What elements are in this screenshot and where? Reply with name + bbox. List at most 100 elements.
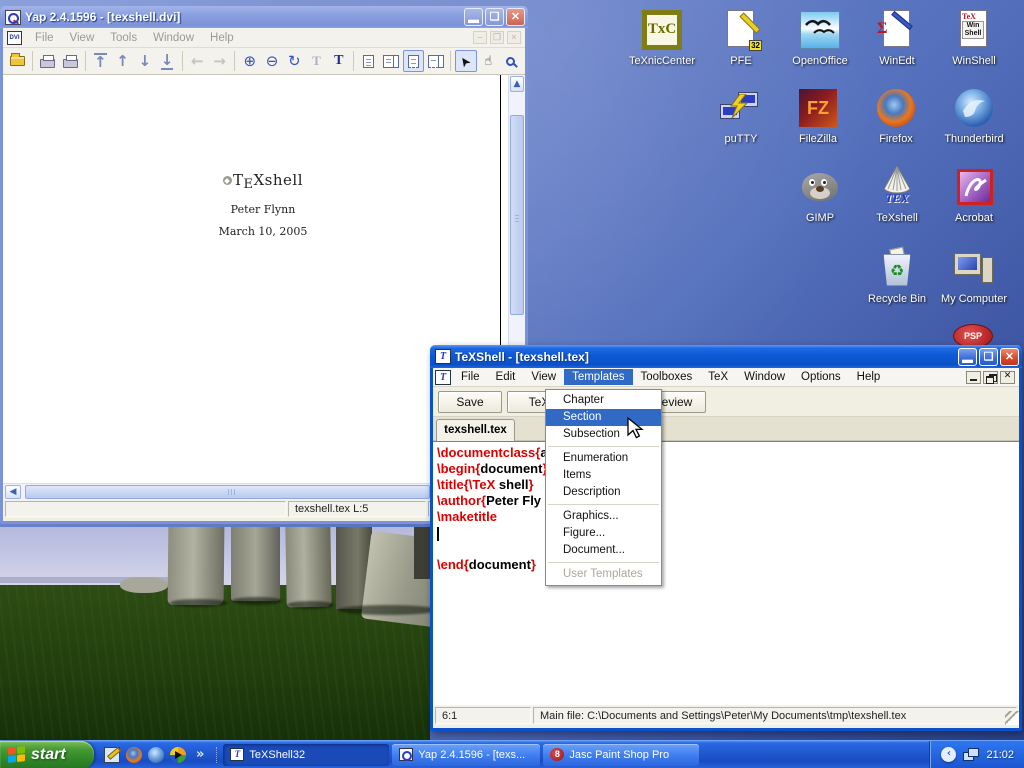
yap-menu-help[interactable]: Help [202, 32, 242, 44]
menu-item-document[interactable]: Document... [546, 542, 661, 559]
yap-menu-file[interactable]: File [27, 32, 62, 44]
taskbar-button-paint-shop-pro[interactable]: 8 Jasc Paint Shop Pro [543, 744, 699, 766]
start-button[interactable]: start [0, 741, 94, 768]
menu-item-chapter[interactable]: Chapter [546, 392, 661, 409]
next-page-icon[interactable]: ↓ [134, 50, 155, 72]
continuous-double-view-icon[interactable] [425, 50, 446, 72]
desktop-icon-thunderbird[interactable]: Thunderbird [935, 86, 1013, 145]
zoom-out-icon[interactable]: ⊖ [261, 50, 282, 72]
tab-texshell-tex[interactable]: texshell.tex [436, 419, 515, 441]
print-icon[interactable] [37, 50, 58, 72]
select-tool-icon[interactable]: ➤ [455, 50, 476, 72]
yap-minimize-button[interactable]: ▬ [464, 8, 483, 26]
menu-item-enumeration[interactable]: Enumeration [546, 450, 661, 467]
taskbar-button-texshell32[interactable]: T TeXShell32 [223, 744, 389, 766]
desktop-icon-texshell[interactable]: TEX TeXshell [858, 165, 936, 224]
recycle-bin-icon: ♻ [874, 246, 920, 290]
menu-file[interactable]: File [453, 369, 488, 385]
desktop-icon-filezilla[interactable]: FZ FileZilla [779, 86, 857, 145]
text-render-mode-icon[interactable]: T [328, 50, 349, 72]
previous-page-icon[interactable]: ↑ [112, 50, 133, 72]
desktop-icon-pfe[interactable]: 32 PFE [702, 8, 780, 67]
desktop-icon-winshell[interactable]: TeXWin Shell WinShell [935, 8, 1013, 67]
magnifier-tool-icon[interactable] [500, 50, 521, 72]
text-outline-mode-icon[interactable]: T [306, 50, 327, 72]
menu-edit[interactable]: Edit [488, 369, 524, 385]
last-page-icon[interactable]: ↓ [156, 50, 177, 72]
texshell-close-button[interactable]: ✕ [1000, 348, 1019, 366]
network-tray-icon[interactable] [963, 748, 979, 761]
vscroll-thumb[interactable] [510, 115, 524, 315]
mdi-restore-button[interactable] [983, 371, 998, 384]
continuous-view-icon[interactable] [403, 50, 424, 72]
icon-label: puTTY [702, 133, 780, 145]
print-setup-icon[interactable] [59, 50, 80, 72]
texshell-menubar: T File Edit View Templates Toolboxes TeX… [433, 368, 1019, 387]
editor-line [437, 541, 1019, 557]
icon-label: TeXshell [858, 212, 936, 224]
tray-clock: 21:02 [986, 749, 1014, 761]
hscroll-thumb[interactable] [25, 485, 430, 499]
editor[interactable]: \documentclass{a\begin{document}\title{\… [433, 441, 1019, 705]
taskbar-button-yap[interactable]: Yap 2.4.1596 - [texs... [392, 744, 540, 766]
mdi-minimize-button[interactable] [966, 371, 981, 384]
texshell-titlebar[interactable]: T TeXShell - [texshell.tex] ▬ ❑ ✕ [430, 345, 1022, 368]
yap-titlebar[interactable]: Yap 2.4.1596 - [texshell.dvi] ▬ ❑ ✕ [0, 6, 528, 28]
yap-close-button[interactable]: ✕ [506, 8, 525, 26]
firefox-quicklaunch-icon[interactable] [126, 747, 142, 763]
menu-toolboxes[interactable]: Toolboxes [633, 369, 701, 385]
toolbar-separator [85, 51, 86, 71]
single-page-view-icon[interactable] [358, 50, 379, 72]
desktop-icon-winedt[interactable]: Σ WinEdt [858, 8, 936, 67]
back-icon[interactable]: ← [187, 50, 208, 72]
scroll-left-arrow[interactable]: ◀ [5, 485, 21, 499]
double-page-view-icon[interactable] [381, 50, 402, 72]
yap-menu-tools[interactable]: Tools [102, 32, 145, 44]
icon-label: Acrobat [935, 212, 1013, 224]
media-player-quicklaunch-icon[interactable] [170, 747, 186, 763]
dvi-author: Peter Flynn [153, 203, 373, 216]
menu-item-user-templates[interactable]: User Templates [546, 566, 661, 583]
menu-item-figure[interactable]: Figure... [546, 525, 661, 542]
tray-collapse-chevron-icon[interactable]: ‹ [941, 747, 956, 762]
desktop-icon-openoffice[interactable]: OpenOffice [781, 8, 859, 67]
thunderbird-quicklaunch-icon[interactable] [148, 747, 164, 763]
mdi-close-button[interactable] [1000, 371, 1015, 384]
texshell-minimize-button[interactable]: ▬ [958, 348, 977, 366]
scroll-up-arrow[interactable]: ▲ [510, 76, 524, 92]
desktop-icon-texniccenter[interactable]: TxC TeXnicCenter [623, 8, 701, 67]
menu-item-graphics[interactable]: Graphics... [546, 508, 661, 525]
quicklaunch-chevron[interactable]: » [192, 747, 208, 762]
menu-templates[interactable]: Templates [564, 369, 632, 385]
hand-tool-icon[interactable]: ☝ [478, 50, 499, 72]
open-file-icon[interactable] [7, 50, 28, 72]
refresh-icon[interactable]: ↻ [284, 50, 305, 72]
menu-help[interactable]: Help [849, 369, 889, 385]
zoom-in-icon[interactable]: ⊕ [239, 50, 260, 72]
menu-item-items[interactable]: Items [546, 467, 661, 484]
desktop-icon-putty[interactable]: puTTY [702, 86, 780, 145]
desktop-icon-gimp[interactable]: GIMP [781, 165, 859, 224]
resize-grip[interactable] [1005, 711, 1019, 725]
menu-window[interactable]: Window [736, 369, 793, 385]
desktop-icon-firefox[interactable]: Firefox [857, 86, 935, 145]
desktop-icon-recycle-bin[interactable]: ♻ Recycle Bin [858, 246, 936, 305]
forward-icon[interactable]: → [209, 50, 230, 72]
menu-item-description[interactable]: Description [546, 484, 661, 501]
toolbar-separator [182, 51, 183, 71]
yap-maximize-button[interactable]: ❑ [485, 8, 504, 26]
icon-label: WinEdt [858, 55, 936, 67]
texshell-maximize-button[interactable]: ❑ [979, 348, 998, 366]
desktop-icon-my-computer[interactable]: My Computer [935, 246, 1013, 305]
editor-line: \documentclass{a [437, 445, 1019, 461]
menu-options[interactable]: Options [793, 369, 849, 385]
desktop-icon-acrobat[interactable]: Acrobat [935, 165, 1013, 224]
menu-view[interactable]: View [523, 369, 564, 385]
first-page-icon[interactable]: ↑ [90, 50, 111, 72]
quick-launch-bar: » [94, 747, 217, 763]
yap-menu-view[interactable]: View [62, 32, 103, 44]
yap-menu-window[interactable]: Window [145, 32, 202, 44]
show-desktop-icon[interactable] [104, 747, 120, 763]
menu-tex[interactable]: TeX [700, 369, 736, 385]
save-button[interactable]: Save [438, 391, 502, 413]
